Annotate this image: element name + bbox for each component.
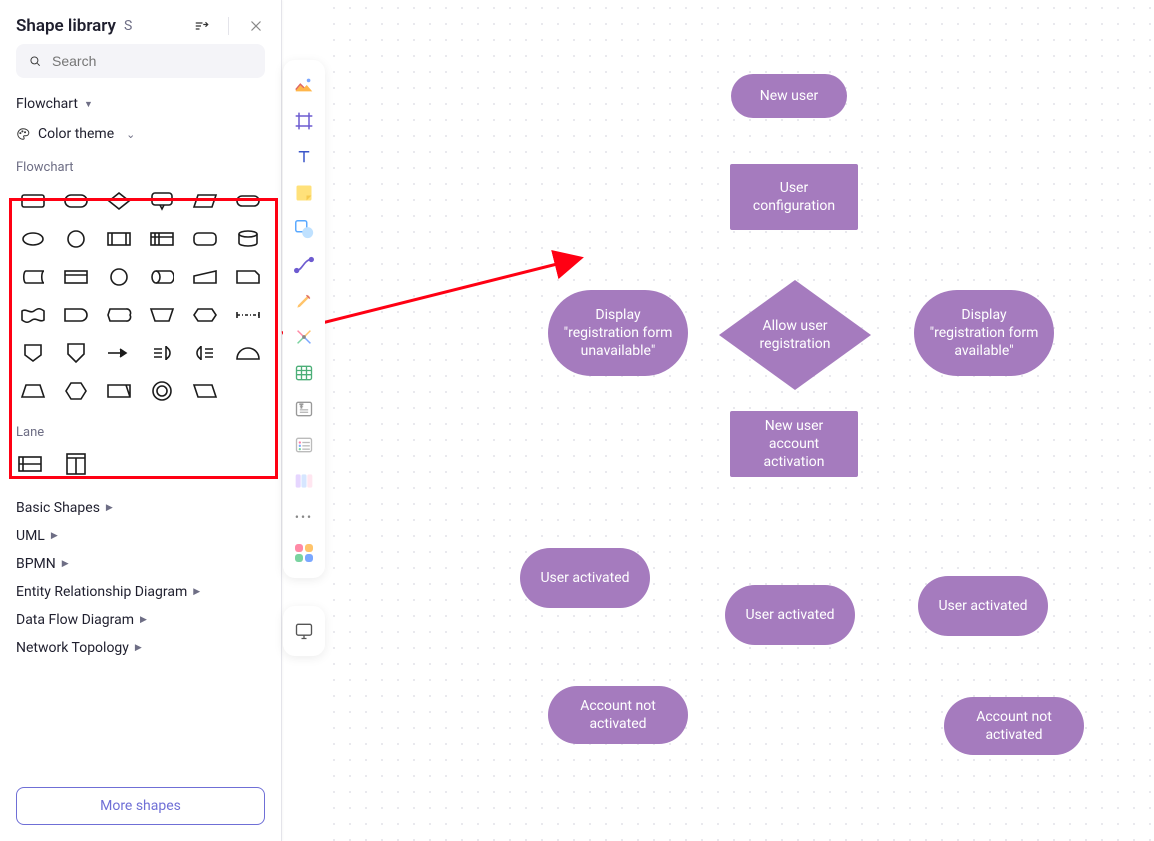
sidebar-shortcut: S xyxy=(124,18,132,34)
shape-database[interactable] xyxy=(231,225,265,253)
shape-shield[interactable] xyxy=(59,339,93,367)
node-new-user[interactable]: New user xyxy=(731,74,847,118)
node-account-not-activated-1[interactable]: Account not activated xyxy=(548,686,688,744)
chevron-right-icon: ▶ xyxy=(106,503,113,513)
shape-window[interactable] xyxy=(59,263,93,291)
mindmap-icon[interactable] xyxy=(287,320,321,354)
list-icon[interactable] xyxy=(287,428,321,462)
category-network[interactable]: Network Topology▶ xyxy=(16,634,265,662)
shape-loop-limit[interactable] xyxy=(102,377,136,405)
node-activation[interactable]: New user account activation xyxy=(730,411,858,477)
sort-icon[interactable] xyxy=(192,17,210,35)
category-selector[interactable]: Flowchart ▼ xyxy=(16,90,265,118)
shape-offpage[interactable] xyxy=(16,339,50,367)
more-icon[interactable]: ••• xyxy=(287,500,321,534)
shape-delay[interactable] xyxy=(59,301,93,329)
chevron-right-icon: ▶ xyxy=(135,643,142,653)
frame-icon[interactable] xyxy=(287,104,321,138)
close-icon[interactable] xyxy=(247,17,265,35)
shape-callout[interactable] xyxy=(145,187,179,215)
shape-double-circle[interactable] xyxy=(145,377,179,405)
chevron-right-icon: ▶ xyxy=(51,531,58,541)
chevron-right-icon: ▶ xyxy=(193,587,200,597)
shape-tape[interactable] xyxy=(16,301,50,329)
chevron-right-icon: ▶ xyxy=(140,615,147,625)
text-block-icon[interactable]: T xyxy=(287,392,321,426)
node-user-configuration[interactable]: User configuration xyxy=(730,164,858,230)
shape-semicircle[interactable] xyxy=(231,339,265,367)
node-display-unavailable[interactable]: Display "registration form unavailable" xyxy=(548,290,688,376)
lane-section-label: Lane xyxy=(16,415,265,446)
shape-hexagon[interactable] xyxy=(59,377,93,405)
connector-icon[interactable] xyxy=(287,248,321,282)
shape-manual-op[interactable] xyxy=(145,301,179,329)
shape-preparation[interactable] xyxy=(188,301,222,329)
node-user-activated-3[interactable]: User activated xyxy=(918,576,1048,636)
shape-library-sidebar: Shape library S Flowchar xyxy=(0,0,282,841)
node-user-activated-1[interactable]: User activated xyxy=(520,548,650,608)
node-account-not-activated-2[interactable]: Account not activated xyxy=(944,697,1084,755)
category-uml[interactable]: UML▶ xyxy=(16,522,265,550)
canvas[interactable]: New user User configuration Display "reg… xyxy=(326,0,1154,841)
present-icon[interactable] xyxy=(287,614,321,648)
flowchart-section-label: Flowchart xyxy=(16,150,265,181)
table-icon[interactable] xyxy=(287,356,321,390)
vertical-toolbar: T ••• xyxy=(282,0,326,841)
color-theme-label: Color theme xyxy=(38,126,114,142)
sticky-note-icon[interactable] xyxy=(287,176,321,210)
divider xyxy=(228,17,229,35)
chevron-right-icon: ▶ xyxy=(62,559,69,569)
shape-terminator[interactable] xyxy=(231,187,265,215)
shape-card2[interactable] xyxy=(231,263,265,291)
shape-lane-horizontal[interactable] xyxy=(16,452,44,476)
shape-parallelogram2[interactable] xyxy=(188,377,222,405)
image-icon[interactable] xyxy=(287,68,321,102)
shape-icon[interactable] xyxy=(287,212,321,246)
shape-ellipse[interactable] xyxy=(16,225,50,253)
shape-connector-circle[interactable] xyxy=(102,263,136,291)
pen-icon[interactable] xyxy=(287,284,321,318)
category-label: Flowchart xyxy=(16,96,78,112)
shape-internal-storage[interactable] xyxy=(145,225,179,253)
text-icon[interactable] xyxy=(287,140,321,174)
category-basic-shapes[interactable]: Basic Shapes▶ xyxy=(16,494,265,522)
search-field[interactable] xyxy=(50,52,253,70)
shape-circle[interactable] xyxy=(59,225,93,253)
shape-lane-vertical[interactable] xyxy=(62,452,90,476)
color-theme-selector[interactable]: Color theme ⌄ xyxy=(16,118,265,150)
shape-rounded-rect[interactable] xyxy=(59,187,93,215)
node-display-available[interactable]: Display "registration form available" xyxy=(914,290,1054,376)
shape-display[interactable] xyxy=(102,301,136,329)
shape-annotation[interactable] xyxy=(231,301,265,329)
shape-manual-input[interactable] xyxy=(188,263,222,291)
shape-diamond[interactable] xyxy=(102,187,136,215)
category-erd[interactable]: Entity Relationship Diagram▶ xyxy=(16,578,265,606)
search-input[interactable] xyxy=(16,44,265,78)
shape-direct-data[interactable] xyxy=(145,263,179,291)
shape-card[interactable] xyxy=(188,225,222,253)
sidebar-title: Shape library xyxy=(16,16,116,36)
node-user-activated-2[interactable]: User activated xyxy=(725,585,855,645)
more-shapes-button[interactable]: More shapes xyxy=(16,787,265,825)
shape-rectangle[interactable] xyxy=(16,187,50,215)
palette-icon xyxy=(16,127,30,141)
category-dfd[interactable]: Data Flow Diagram▶ xyxy=(16,606,265,634)
search-icon xyxy=(28,54,42,68)
chevron-down-icon: ▼ xyxy=(84,99,93,110)
svg-text:T: T xyxy=(300,404,303,410)
category-bpmn[interactable]: BPMN▶ xyxy=(16,550,265,578)
shape-note-right[interactable] xyxy=(145,339,179,367)
shape-parallelogram[interactable] xyxy=(188,187,222,215)
shape-predefined[interactable] xyxy=(102,225,136,253)
shape-stored-data[interactable] xyxy=(16,263,50,291)
shape-note-left[interactable] xyxy=(188,339,222,367)
shape-trapezoid[interactable] xyxy=(16,377,50,405)
flowchart-shapes-grid xyxy=(16,181,266,415)
apps-icon[interactable] xyxy=(287,536,321,570)
node-allow-registration[interactable]: Allow user registration xyxy=(719,280,871,390)
chevron-down-icon: ⌄ xyxy=(126,128,135,141)
columns-icon[interactable] xyxy=(287,464,321,498)
shape-merge[interactable] xyxy=(102,339,136,367)
